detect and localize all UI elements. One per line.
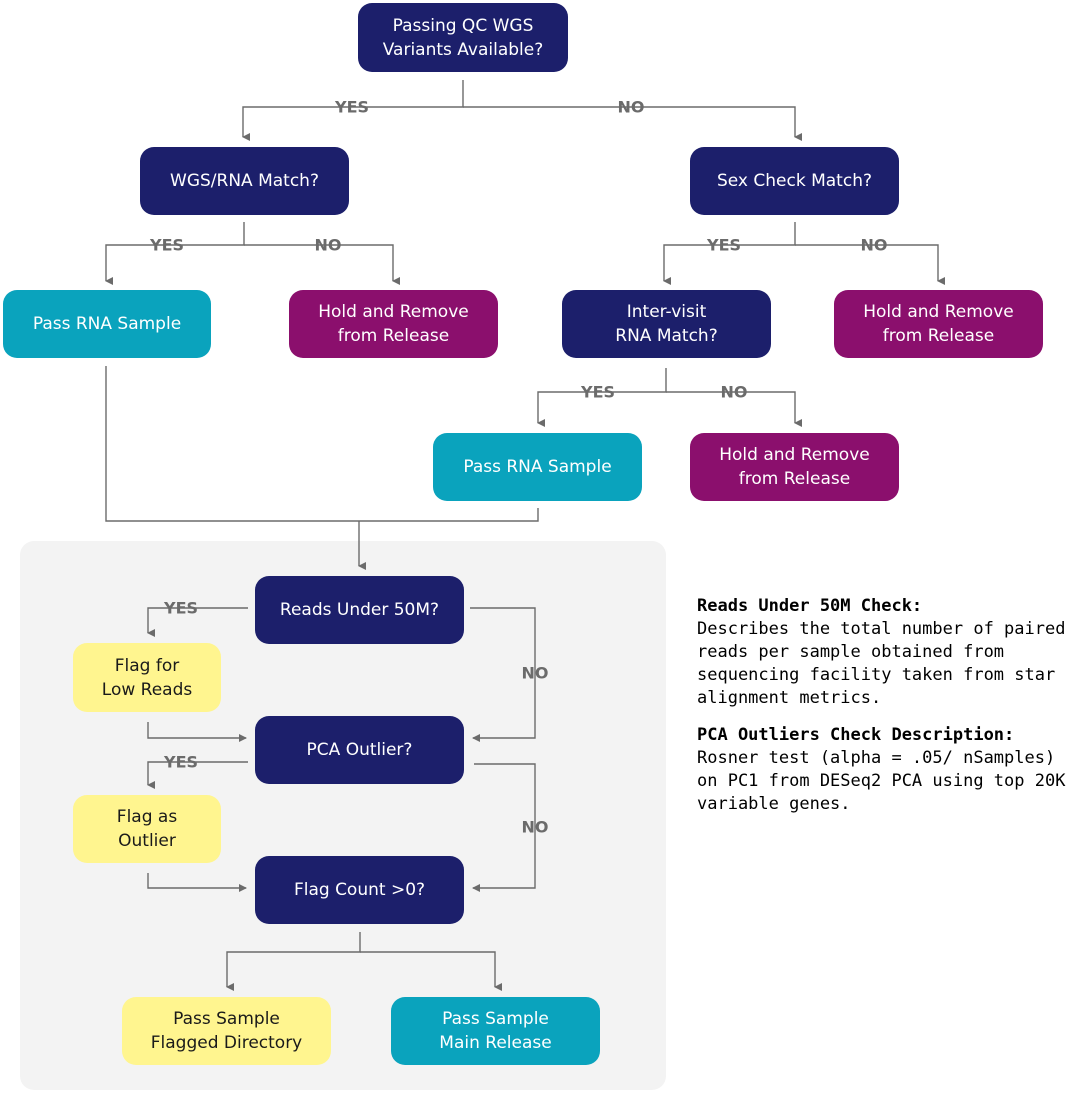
label-no: NO	[617, 97, 645, 117]
node-wgs-variants-available: Passing QC WGS Variants Available?	[358, 3, 568, 72]
label-yes: YES	[334, 97, 370, 117]
label-no: NO	[521, 817, 549, 837]
node-flag-count: Flag Count >0?	[255, 856, 464, 924]
node-flag-as-outlier: Flag as Outlier	[73, 795, 221, 863]
node-pass-sample-flagged: Pass Sample Flagged Directory	[122, 997, 331, 1065]
label-yes: YES	[580, 382, 616, 402]
edge-count-flagged	[226, 932, 361, 991]
node-pass-sample-main: Pass Sample Main Release	[391, 997, 600, 1065]
node-pass-rna-sample-2: Pass RNA Sample	[433, 433, 642, 501]
label-no: NO	[521, 663, 549, 683]
note-heading: PCA Outliers Check Description:	[697, 725, 1015, 745]
edge-flaglow-pca	[147, 722, 247, 742]
node-hold-remove-3: Hold and Remove from Release	[690, 433, 899, 501]
note-body: Describes the total number of paired rea…	[697, 619, 1066, 708]
node-pass-rna-sample-1: Pass RNA Sample	[3, 290, 211, 358]
label-yes: YES	[163, 752, 199, 772]
note-pca-check: PCA Outliers Check Description: Rosner t…	[697, 724, 1067, 816]
node-flag-low-reads: Flag for Low Reads	[73, 643, 221, 712]
note-reads-check: Reads Under 50M Check: Describes the tot…	[697, 595, 1067, 710]
edge-count-main	[360, 951, 502, 991]
node-wgs-rna-match: WGS/RNA Match?	[140, 147, 349, 215]
label-yes: YES	[706, 235, 742, 255]
notes-panel: Reads Under 50M Check: Describes the tot…	[697, 595, 1067, 830]
label-no: NO	[314, 235, 342, 255]
label-yes: YES	[149, 235, 185, 255]
label-no: NO	[860, 235, 888, 255]
label-no: NO	[720, 382, 748, 402]
edge-flagout-count	[147, 873, 247, 892]
node-sex-check-match: Sex Check Match?	[690, 147, 899, 215]
node-inter-visit-rna-match: Inter-visit RNA Match?	[562, 290, 771, 358]
node-pca-outlier: PCA Outlier?	[255, 716, 464, 784]
note-body: Rosner test (alpha = .05/ nSamples) on P…	[697, 748, 1066, 814]
label-yes: YES	[163, 598, 199, 618]
node-hold-remove-1: Hold and Remove from Release	[289, 290, 498, 358]
node-reads-under-50m: Reads Under 50M?	[255, 576, 464, 644]
node-hold-remove-2: Hold and Remove from Release	[834, 290, 1043, 358]
note-heading: Reads Under 50M Check:	[697, 596, 923, 616]
